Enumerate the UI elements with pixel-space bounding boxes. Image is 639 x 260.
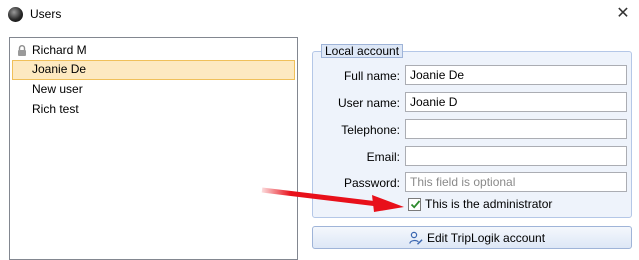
full-name-field[interactable]	[405, 65, 627, 85]
user-item-label: Rich test	[32, 102, 79, 116]
close-button[interactable]: ✕	[610, 2, 636, 26]
full-name-label: Full name:	[343, 69, 400, 83]
edit-button-label: Edit TripLogik account	[427, 231, 546, 245]
lock-icon	[18, 45, 26, 56]
window-title: Users	[30, 7, 62, 21]
telephone-field[interactable]	[405, 119, 627, 139]
password-field[interactable]	[405, 172, 627, 192]
checkmark-icon	[410, 200, 421, 209]
title-bar: Users ✕	[0, 0, 639, 30]
user-name-field[interactable]	[405, 92, 627, 112]
user-item-label: New user	[32, 82, 83, 96]
email-label: Email:	[366, 150, 400, 164]
password-label: Password:	[343, 176, 400, 190]
app-orb-icon	[8, 7, 23, 22]
group-title: Local account	[321, 44, 404, 58]
email-field[interactable]	[405, 146, 627, 166]
user-edit-icon	[409, 231, 423, 245]
dialog-body: Richard M Joanie De New user Rich test L…	[0, 30, 639, 260]
user-item-label: Joanie De	[32, 62, 87, 76]
user-list[interactable]: Richard M Joanie De New user Rich test	[9, 37, 298, 260]
edit-triplogik-account-button[interactable]: Edit TripLogik account	[312, 226, 632, 249]
user-name-label: User name:	[337, 96, 400, 110]
admin-checkbox-label: This is the administrator	[425, 197, 553, 211]
user-item-rich-test[interactable]: Rich test	[12, 100, 295, 120]
telephone-label: Telephone:	[341, 123, 400, 137]
user-item-richard[interactable]: Richard M	[12, 41, 295, 61]
user-item-joanie[interactable]: Joanie De	[12, 60, 295, 80]
user-item-label: Richard M	[32, 43, 87, 57]
admin-checkbox[interactable]	[408, 198, 421, 211]
user-item-new-user[interactable]: New user	[12, 80, 295, 100]
